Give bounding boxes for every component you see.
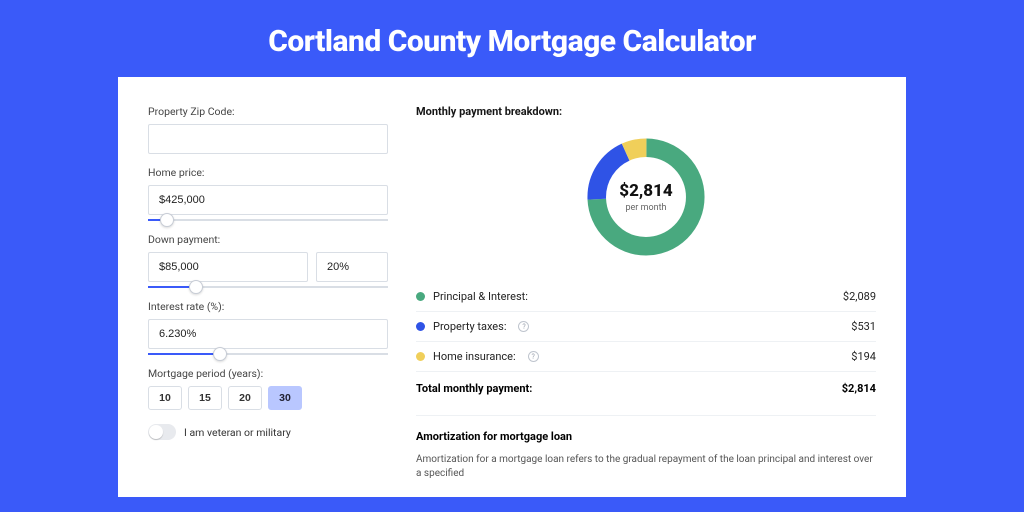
calculator-card: Property Zip Code: Home price: Down paym… bbox=[118, 77, 906, 497]
home-price-slider[interactable] bbox=[148, 219, 388, 221]
legend-label: Property taxes: bbox=[433, 320, 506, 333]
down-payment-slider-thumb[interactable] bbox=[189, 280, 203, 294]
zip-input[interactable] bbox=[148, 124, 388, 154]
home-price-label: Home price: bbox=[148, 166, 388, 179]
veteran-toggle-knob bbox=[149, 425, 163, 439]
legend-row: Principal & Interest: $2,089 bbox=[416, 282, 876, 312]
period-button-30[interactable]: 30 bbox=[268, 386, 302, 410]
legend-dot-icon bbox=[416, 352, 425, 361]
period-button-15[interactable]: 15 bbox=[188, 386, 222, 410]
legend-value: $2,089 bbox=[843, 290, 876, 303]
breakdown-title: Monthly payment breakdown: bbox=[416, 105, 876, 118]
home-price-group: Home price: bbox=[148, 166, 388, 221]
down-payment-group: Down payment: bbox=[148, 233, 388, 288]
down-payment-slider[interactable] bbox=[148, 286, 388, 288]
legend-row: Property taxes:? $531 bbox=[416, 312, 876, 342]
amortization-section: Amortization for mortgage loan Amortizat… bbox=[416, 415, 876, 481]
veteran-row: I am veteran or military bbox=[148, 424, 388, 440]
legend-row: Home insurance:? $194 bbox=[416, 342, 876, 371]
donut-center: $2,814 per month bbox=[581, 132, 711, 262]
info-icon[interactable]: ? bbox=[518, 321, 529, 332]
donut-center-sub: per month bbox=[625, 203, 666, 213]
veteran-label: I am veteran or military bbox=[184, 426, 291, 439]
breakdown-panel: Monthly payment breakdown: $2,814 per mo… bbox=[416, 105, 876, 497]
amortization-text: Amortization for a mortgage loan refers … bbox=[416, 453, 876, 481]
zip-group: Property Zip Code: bbox=[148, 105, 388, 154]
mortgage-period-group: Mortgage period (years): 10152030 bbox=[148, 367, 388, 410]
interest-rate-input[interactable] bbox=[148, 319, 388, 349]
down-payment-percent-input[interactable] bbox=[316, 252, 388, 282]
down-payment-amount-input[interactable] bbox=[148, 252, 308, 282]
period-button-20[interactable]: 20 bbox=[228, 386, 262, 410]
interest-rate-slider-thumb[interactable] bbox=[213, 347, 227, 361]
legend-left: Home insurance:? bbox=[416, 350, 539, 363]
form-panel: Property Zip Code: Home price: Down paym… bbox=[148, 105, 388, 497]
mortgage-period-label: Mortgage period (years): bbox=[148, 367, 388, 380]
amortization-title: Amortization for mortgage loan bbox=[416, 430, 876, 443]
total-row: Total monthly payment: $2,814 bbox=[416, 371, 876, 405]
interest-rate-label: Interest rate (%): bbox=[148, 300, 388, 313]
home-price-input[interactable] bbox=[148, 185, 388, 215]
legend-left: Principal & Interest: bbox=[416, 290, 528, 303]
legend-label: Principal & Interest: bbox=[433, 290, 528, 303]
legend: Principal & Interest: $2,089 Property taxe… bbox=[416, 282, 876, 371]
donut-center-value: $2,814 bbox=[619, 181, 672, 201]
down-payment-label: Down payment: bbox=[148, 233, 388, 246]
legend-dot-icon bbox=[416, 322, 425, 331]
veteran-toggle[interactable] bbox=[148, 424, 176, 440]
legend-label: Home insurance: bbox=[433, 350, 516, 363]
interest-rate-group: Interest rate (%): bbox=[148, 300, 388, 355]
page-header: Cortland County Mortgage Calculator bbox=[0, 0, 1024, 77]
total-value: $2,814 bbox=[842, 382, 876, 395]
period-button-10[interactable]: 10 bbox=[148, 386, 182, 410]
page-title: Cortland County Mortgage Calculator bbox=[0, 24, 1024, 59]
info-icon[interactable]: ? bbox=[528, 351, 539, 362]
legend-value: $194 bbox=[851, 350, 876, 363]
zip-label: Property Zip Code: bbox=[148, 105, 388, 118]
donut-chart: $2,814 per month bbox=[581, 132, 711, 262]
interest-rate-slider[interactable] bbox=[148, 353, 388, 355]
home-price-slider-thumb[interactable] bbox=[160, 213, 174, 227]
legend-dot-icon bbox=[416, 292, 425, 301]
legend-value: $531 bbox=[851, 320, 876, 333]
total-label: Total monthly payment: bbox=[416, 382, 532, 395]
legend-left: Property taxes:? bbox=[416, 320, 529, 333]
